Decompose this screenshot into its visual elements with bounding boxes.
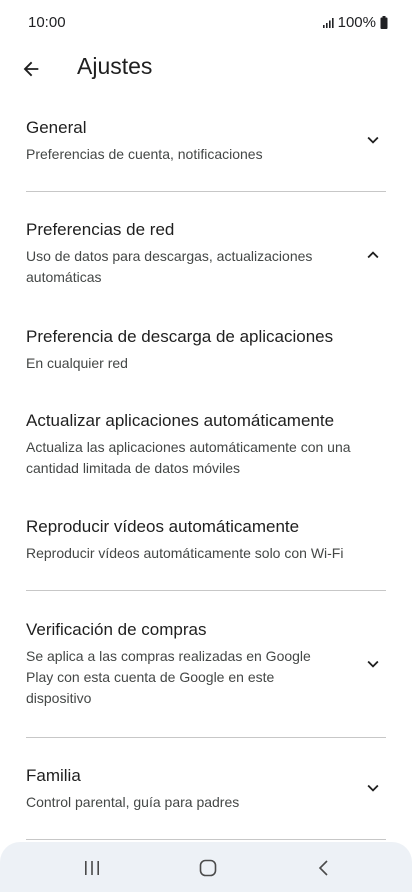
battery-percent: 100% [337, 14, 376, 31]
arrow-back-icon [23, 61, 39, 77]
setting-autoplay-subtitle: Reproducir vídeos automáticamente solo c… [26, 545, 344, 561]
back-nav-button[interactable] [306, 854, 342, 882]
status-bar: 10:00 100% [0, 0, 412, 46]
battery-icon [380, 16, 388, 29]
section-purchase-subtitle-line1: Se aplica a las compras realizadas en Go… [26, 648, 311, 664]
section-general-subtitle: Preferencias de cuenta, notificaciones [26, 146, 263, 162]
chevron-up-icon [367, 251, 379, 259]
divider [26, 737, 386, 738]
setting-auto-update-subtitle-line1: Actualiza las aplicaciones automáticamen… [26, 439, 351, 455]
setting-download-title: Preferencia de descarga de aplicaciones [26, 327, 334, 346]
section-family-subtitle: Control parental, guía para padres [26, 794, 240, 810]
page-title: Ajustes [77, 53, 153, 79]
section-general-title: General [26, 118, 87, 137]
chevron-down-icon [367, 660, 379, 668]
divider [26, 839, 386, 840]
section-purchase-title: Verificación de compras [26, 620, 207, 639]
back-button[interactable] [16, 54, 46, 84]
chevron-down-icon [367, 136, 379, 144]
section-network-preferences[interactable]: Preferencias de red Uso de datos para de… [0, 214, 412, 294]
section-general[interactable]: General Preferencias de cuenta, notifica… [0, 110, 412, 180]
section-purchase-subtitle-line3: dispositivo [26, 690, 92, 706]
section-family-title: Familia [26, 766, 81, 785]
setting-download-subtitle: En cualquier red [26, 355, 128, 371]
section-purchase-verification[interactable]: Verificación de compras Se aplica a las … [0, 614, 412, 714]
section-network-title: Preferencias de red [26, 220, 175, 239]
setting-autoplay-videos[interactable]: Reproducir vídeos automáticamente Reprod… [0, 510, 412, 570]
divider [26, 191, 386, 192]
status-indicators: 100% [322, 14, 388, 31]
divider [26, 590, 386, 591]
app-bar: Ajustes [0, 46, 412, 90]
section-purchase-subtitle-line2: Play con esta cuenta de Google en este [26, 669, 275, 685]
setting-app-download-preference[interactable]: Preferencia de descarga de aplicaciones … [0, 320, 412, 380]
home-icon [199, 859, 217, 877]
system-nav-bar [0, 842, 412, 892]
setting-auto-update-apps[interactable]: Actualizar aplicaciones automáticamente … [0, 404, 412, 484]
section-network-subtitle-line2: automáticas [26, 269, 102, 285]
back-nav-icon [318, 860, 328, 876]
status-time: 10:00 [28, 14, 66, 31]
home-button[interactable] [190, 854, 226, 882]
setting-auto-update-title: Actualizar aplicaciones automáticamente [26, 411, 335, 430]
section-network-subtitle-line1: Uso de datos para descargas, actualizaci… [26, 248, 313, 264]
setting-autoplay-title: Reproducir vídeos automáticamente [26, 517, 300, 536]
recent-apps-button[interactable] [74, 854, 110, 882]
section-family[interactable]: Familia Control parental, guía para padr… [0, 760, 412, 820]
chevron-down-icon [367, 784, 379, 792]
setting-auto-update-subtitle-line2: cantidad limitada de datos móviles [26, 460, 241, 476]
signal-icon [322, 17, 334, 28]
recent-apps-icon [85, 861, 99, 875]
